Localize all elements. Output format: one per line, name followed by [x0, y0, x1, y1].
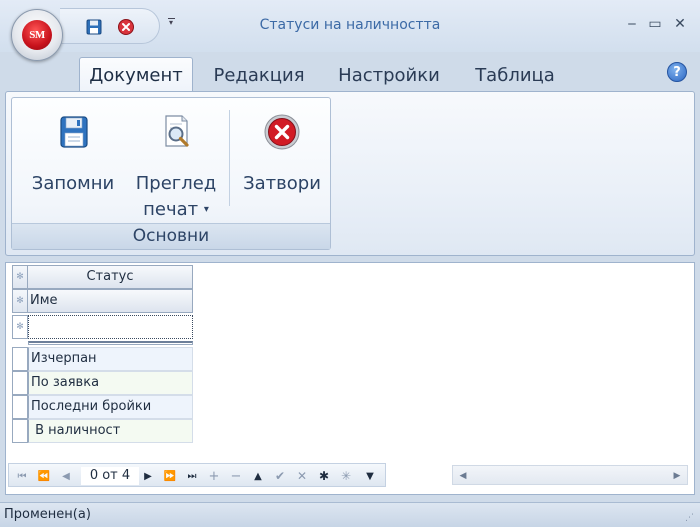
nav-append-icon[interactable]: + [205, 467, 223, 485]
nav-refresh-icon[interactable]: ✱ [315, 467, 333, 485]
print-preview-label: Преглед печат ▾ [135, 173, 217, 220]
tab-document[interactable]: Документ [79, 57, 193, 93]
row-indicator[interactable] [12, 395, 28, 419]
nav-prev-page-icon[interactable]: ⏪ [35, 467, 53, 485]
new-row-indicator: ✻ [12, 315, 28, 339]
save-button-label: Запомни [31, 173, 115, 194]
nav-prev-icon[interactable]: ◀ [57, 467, 75, 485]
tab-settings[interactable]: Настройки [326, 57, 452, 93]
qat-save-button[interactable] [84, 17, 104, 37]
tab-table[interactable]: Таблица [463, 57, 567, 93]
close-circle-icon [264, 114, 300, 150]
nav-record-counter: 0 от 4 [81, 467, 139, 485]
minimize-button[interactable]: ‒ [622, 15, 642, 33]
group-separator [229, 110, 230, 206]
qat-customize-dropdown[interactable]: ▾ [166, 18, 176, 30]
scroll-right-icon[interactable]: ▶ [670, 469, 684, 483]
resize-grip-icon[interactable]: ⋰ [685, 512, 697, 524]
floppy-disk-icon [60, 116, 88, 148]
nav-edit-icon[interactable]: ▲ [249, 467, 267, 485]
nav-next-icon[interactable]: ▶ [139, 467, 157, 485]
nav-next-page-icon[interactable]: ⏩ [161, 467, 179, 485]
application-menu-button[interactable]: SM [11, 9, 63, 61]
table-row[interactable]: По заявка [28, 371, 193, 395]
ribbon-group-main: Запомни Преглед печат ▾ Затвори Основни [11, 97, 331, 250]
tab-edit[interactable]: Редакция [203, 57, 315, 93]
nav-first-icon[interactable]: ⏮ [13, 467, 31, 485]
qat-close-button[interactable] [116, 17, 136, 37]
row-indicator[interactable] [12, 371, 28, 395]
close-button[interactable]: Затвори [234, 106, 330, 216]
help-icon[interactable]: ? [667, 62, 687, 82]
row-indicator[interactable] [12, 419, 28, 443]
row-indicator[interactable] [12, 347, 28, 371]
window-title: Статуси на наличността [259, 17, 441, 33]
title-bar: ▾ Статуси на наличността ‒ ▭ ✕ [0, 0, 700, 52]
status-text: Променен(а) [4, 507, 91, 522]
close-button-label: Затвори [243, 173, 321, 194]
band-header-status[interactable]: Статус [28, 265, 193, 289]
print-preview-button[interactable]: Преглед печат ▾ [126, 106, 226, 220]
table-row[interactable]: Последни бройки [28, 395, 193, 419]
table-row[interactable]: В наличност [28, 419, 193, 443]
record-navigator: ⏮ ⏪ ◀ 0 от 4 ▶ ⏩ ⏭ + − ▲ ✔ ✕ ✱ ✳ ▼ [8, 463, 386, 487]
scroll-left-icon[interactable]: ◀ [456, 469, 470, 483]
grid-panel: ✻ Статус ✻ Име ✻ Изчерпан По заявка Посл… [5, 262, 695, 495]
preview-dropdown-icon: ▾ [203, 204, 209, 215]
nav-cancel-icon[interactable]: ✕ [293, 467, 311, 485]
column-header-name[interactable]: Име [28, 289, 193, 313]
ribbon-group-label: Основни [12, 223, 330, 249]
print-preview-icon [165, 115, 189, 147]
maximize-button[interactable]: ▭ [645, 15, 665, 33]
horizontal-scrollbar[interactable]: ◀ ▶ [452, 465, 688, 485]
new-row-separator [28, 341, 193, 345]
save-button[interactable]: Запомни [18, 106, 128, 216]
nav-filter-icon[interactable]: ▼ [361, 467, 379, 485]
close-circle-icon [118, 19, 134, 35]
ribbon-panel: Запомни Преглед печат ▾ Затвори Основни [5, 91, 695, 256]
header-indicator: ✻ [12, 289, 28, 313]
new-row-cell[interactable] [28, 315, 193, 339]
save-icon [86, 19, 102, 35]
app-logo-icon: SM [22, 20, 52, 50]
close-window-button[interactable]: ✕ [670, 15, 690, 33]
band-indicator: ✻ [12, 265, 28, 289]
ribbon-tabs: Документ Редакция Настройки Таблица [0, 52, 700, 93]
quick-access-toolbar [60, 8, 160, 44]
status-bar: Променен(а) ⋰ [0, 502, 700, 527]
nav-last-icon[interactable]: ⏭ [183, 467, 201, 485]
nav-post-icon[interactable]: ✔ [271, 467, 289, 485]
nav-delete-icon[interactable]: − [227, 467, 245, 485]
table-row[interactable]: Изчерпан [28, 347, 193, 371]
nav-bookmark-icon[interactable]: ✳ [337, 467, 355, 485]
